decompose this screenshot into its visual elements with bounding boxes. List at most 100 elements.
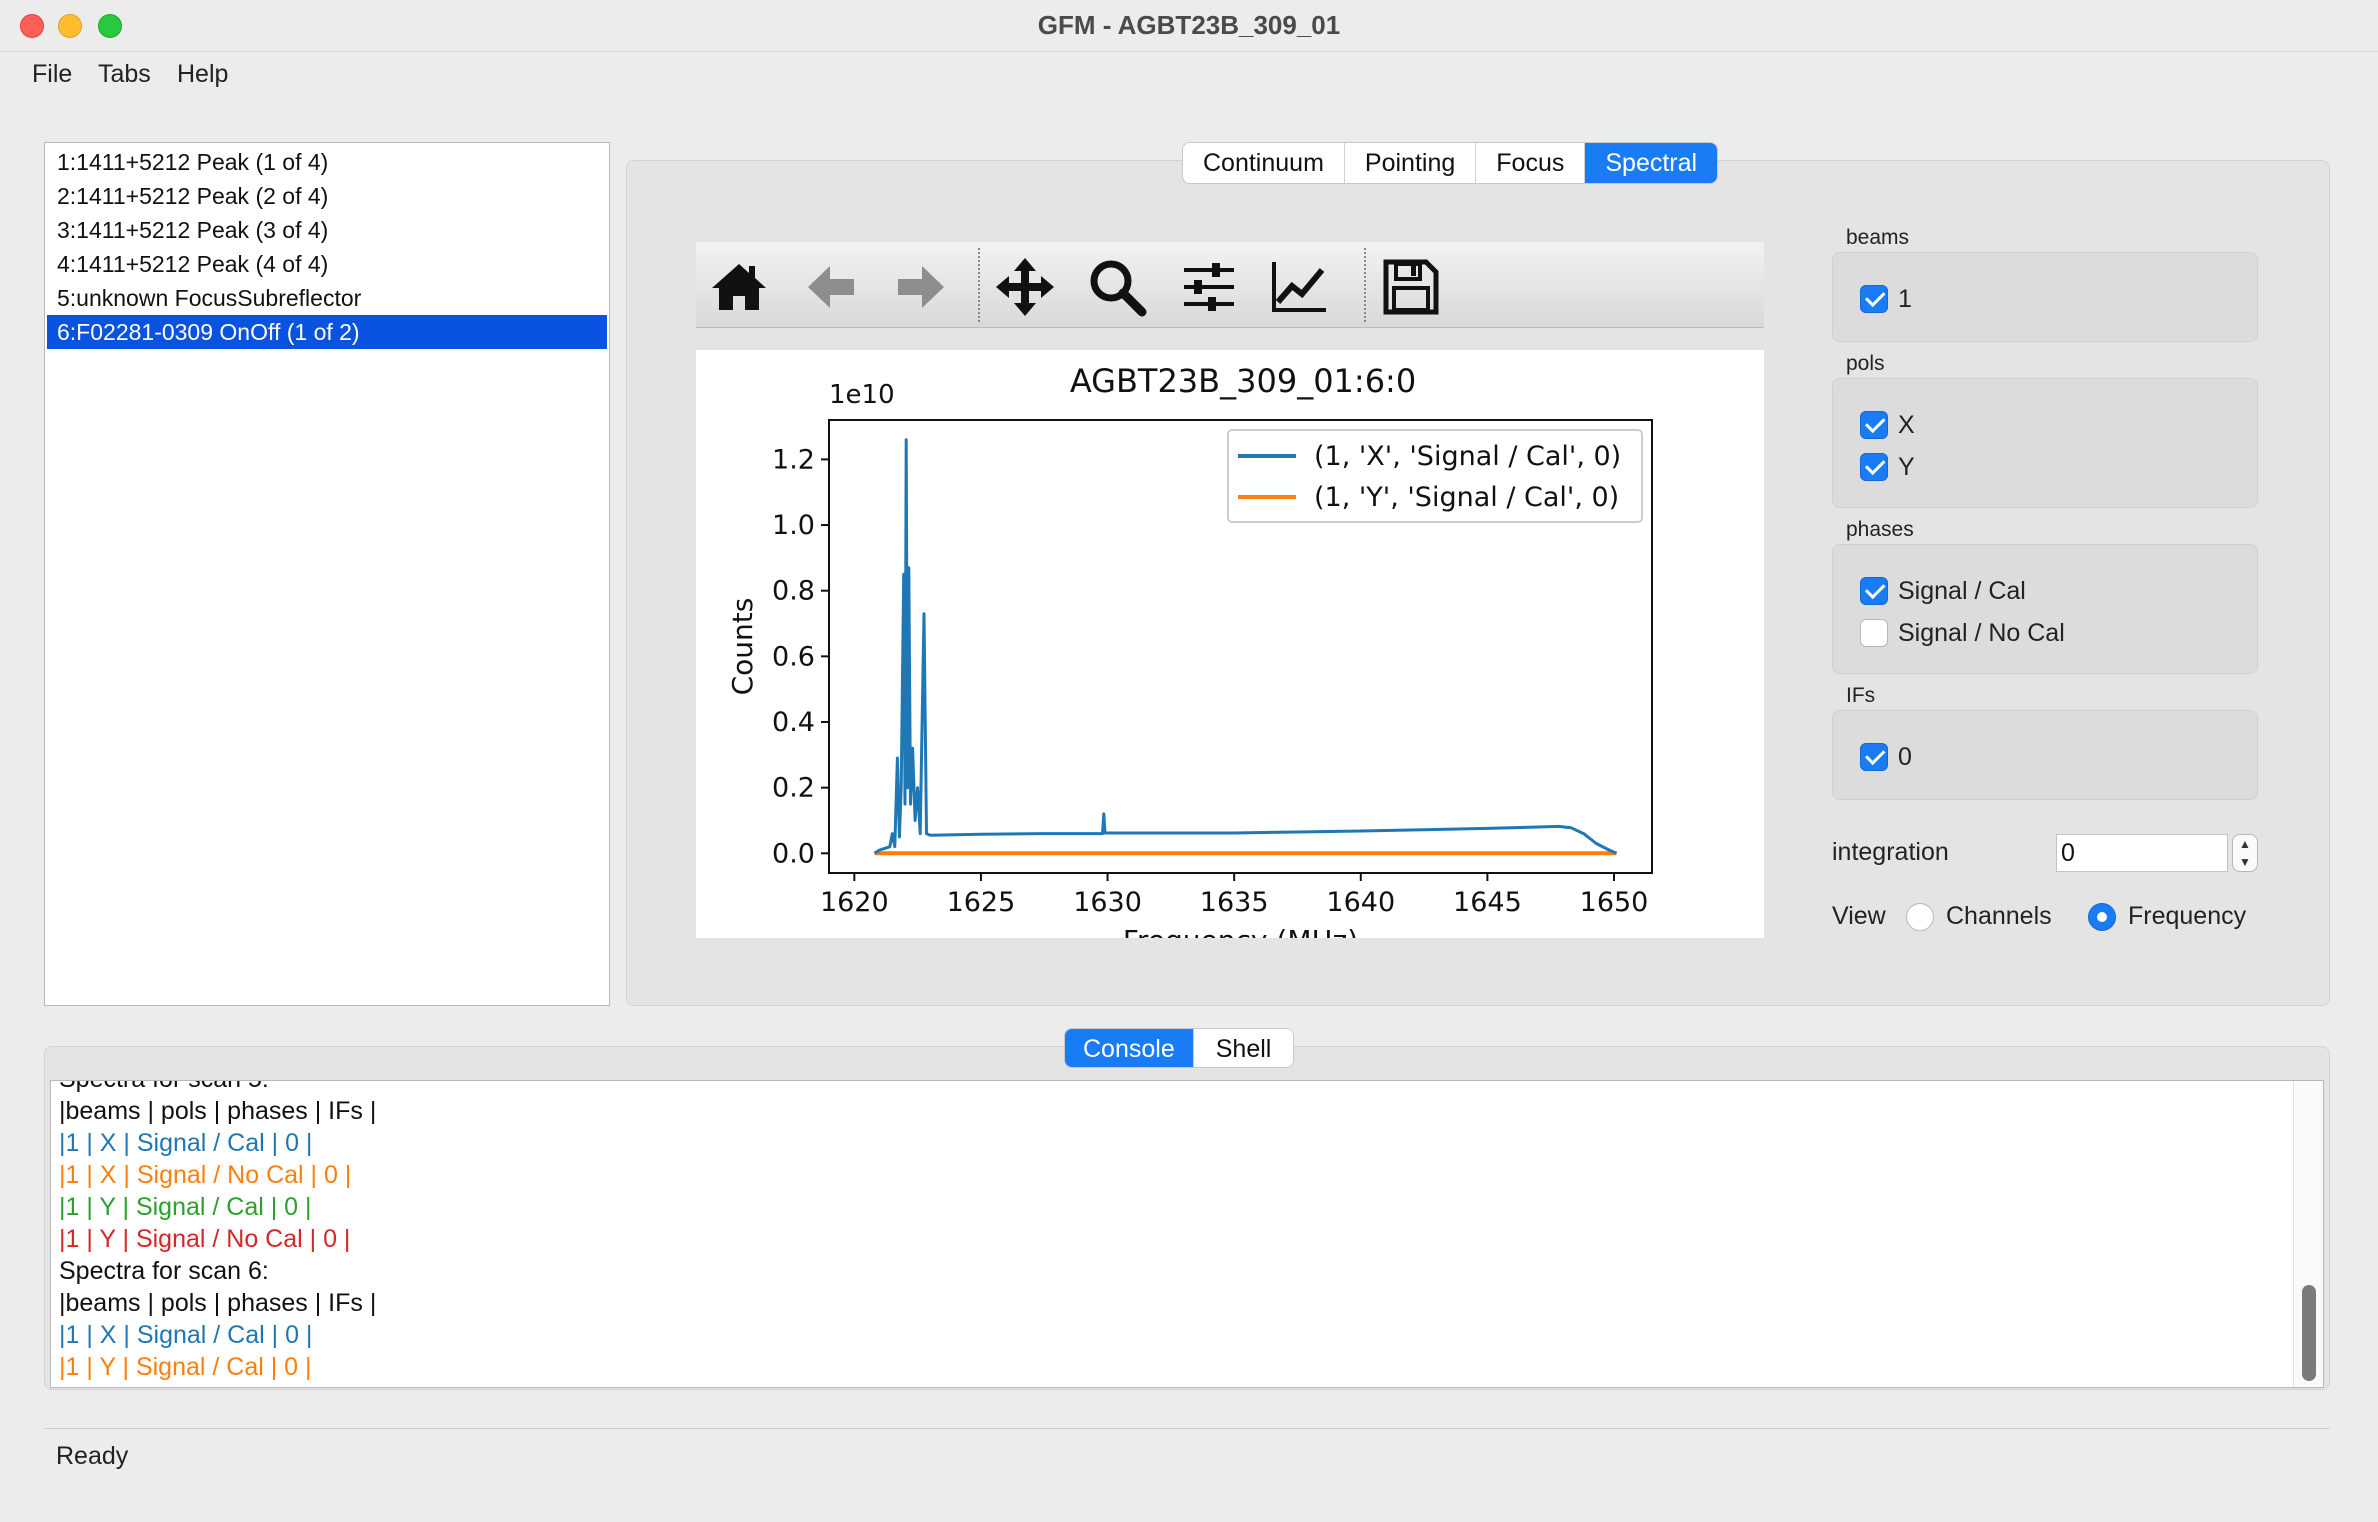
pols-group-label: pols <box>1846 352 1885 375</box>
scan-list-item[interactable]: 3:1411+5212 Peak (3 of 4) <box>47 213 607 247</box>
title-bar: GFM - AGBT23B_309_01 <box>0 0 2378 52</box>
console-line: |1 | X | Signal / Cal | 0 | <box>59 1321 313 1349</box>
phases-group <box>1832 544 2258 674</box>
legend-label: (1, 'Y', 'Signal / Cal', 0) <box>1314 482 1619 513</box>
x-tick-label: 1645 <box>1453 887 1522 918</box>
checkbox-label: Y <box>1898 452 1915 481</box>
toolbar-separator <box>1364 248 1366 322</box>
pol-x-checkbox[interactable]: X <box>1860 410 1915 440</box>
x-tick-label: 1620 <box>820 887 889 918</box>
tab-pointing[interactable]: Pointing <box>1344 143 1477 183</box>
scan-list-item[interactable]: 2:1411+5212 Peak (2 of 4) <box>47 179 607 213</box>
menu-tabs[interactable]: Tabs <box>98 60 151 89</box>
chart-title: AGBT23B_309_01:6:0 <box>1070 362 1416 400</box>
scrollbar-thumb[interactable] <box>2302 1285 2316 1381</box>
beams-group-label: beams <box>1846 226 1910 249</box>
y-tick-label: 0.0 <box>772 838 815 869</box>
console-line: |1 | Y | Signal / No Cal | 0 | <box>59 1225 351 1253</box>
tab-console[interactable]: Console <box>1065 1029 1194 1067</box>
y-tick-label: 0.2 <box>772 773 815 804</box>
console-tab-bar: Console Shell <box>1064 1028 1295 1068</box>
home-icon[interactable] <box>708 256 770 318</box>
checkbox-checked-icon[interactable] <box>1860 577 1888 605</box>
y-tick-label: 0.4 <box>772 707 815 738</box>
x-tick-label: 1650 <box>1580 887 1649 918</box>
console-line: |beams | pols | phases | IFs | <box>59 1097 377 1125</box>
y-tick-label: 1.2 <box>772 444 815 475</box>
tab-shell[interactable]: Shell <box>1193 1029 1294 1067</box>
ifs-group-label: IFs <box>1846 684 1876 707</box>
menu-file[interactable]: File <box>32 60 72 89</box>
chevron-down-icon[interactable]: ▼ <box>2237 854 2253 870</box>
radio-label: Frequency <box>2128 902 2247 930</box>
radio-unselected-icon[interactable] <box>1906 902 1934 931</box>
console-output[interactable]: Spectra for scan 5: |beams | pols | phase… <box>50 1080 2324 1388</box>
y-tick-label: 0.6 <box>772 641 815 672</box>
spectrum-plot[interactable]: AGBT23B_309_01:6:0 1e10 Counts Frequency… <box>696 350 1764 938</box>
checkbox-label: X <box>1898 410 1915 439</box>
plot-toolbar <box>696 242 1764 328</box>
menu-bar: File Tabs Help <box>0 56 2378 96</box>
view-frequency-radio[interactable]: Frequency <box>2088 902 2246 931</box>
integration-input[interactable] <box>2056 834 2228 872</box>
checkbox-checked-icon[interactable] <box>1860 285 1888 313</box>
menu-help[interactable]: Help <box>177 60 228 89</box>
x-tick-label: 1635 <box>1200 887 1269 918</box>
console-line: Spectra for scan 5: <box>59 1081 269 1095</box>
scan-list-item[interactable]: 5:unknown FocusSubreflector <box>47 281 607 315</box>
checkbox-label: 0 <box>1898 742 1912 771</box>
scan-list[interactable]: 1:1411+5212 Peak (1 of 4) 2:1411+5212 Pe… <box>44 142 610 1006</box>
zoom-icon[interactable] <box>1086 256 1148 318</box>
edit-axis-icon[interactable] <box>1268 256 1330 318</box>
view-label: View <box>1832 902 1886 930</box>
checkbox-checked-icon[interactable] <box>1860 743 1888 771</box>
phases-group-label: phases <box>1846 518 1914 541</box>
phase-signal-cal-checkbox[interactable]: Signal / Cal <box>1860 576 2026 606</box>
checkbox-label: 1 <box>1898 284 1912 313</box>
integration-stepper[interactable]: ▲ ▼ <box>2232 834 2258 872</box>
pol-y-checkbox[interactable]: Y <box>1860 452 1915 482</box>
console-line: |1 | Y | Signal / Cal | 0 | <box>59 1193 312 1221</box>
console-line: Spectra for scan 6: <box>59 1257 269 1285</box>
if-0-checkbox[interactable]: 0 <box>1860 742 1912 772</box>
plot-legend: (1, 'X', 'Signal / Cal', 0) (1, 'Y', 'Sig… <box>1227 429 1643 523</box>
checkbox-label: Signal / No Cal <box>1898 618 2065 647</box>
scan-list-item[interactable]: 1:1411+5212 Peak (1 of 4) <box>47 145 607 179</box>
checkbox-checked-icon[interactable] <box>1860 411 1888 439</box>
save-icon[interactable] <box>1380 256 1442 318</box>
status-bar-text: Ready <box>56 1442 129 1470</box>
chevron-up-icon[interactable]: ▲ <box>2237 836 2253 852</box>
console-line: |beams | pols | phases | IFs | <box>59 1289 377 1317</box>
checkbox-label: Signal / Cal <box>1898 576 2026 605</box>
x-tick-label: 1640 <box>1326 887 1395 918</box>
checkbox-unchecked-icon[interactable] <box>1860 619 1888 647</box>
forward-icon[interactable] <box>890 256 952 318</box>
view-channels-radio[interactable]: Channels <box>1906 902 2052 931</box>
window-title: GFM - AGBT23B_309_01 <box>1037 10 1341 40</box>
pols-group <box>1832 378 2258 508</box>
console-scrollbar[interactable] <box>2293 1081 2323 1387</box>
tab-focus[interactable]: Focus <box>1476 143 1586 183</box>
x-axis-label: Frequency (MHz) <box>1123 924 1358 938</box>
radio-selected-icon[interactable] <box>2088 902 2116 931</box>
y-tick-label: 1.0 <box>772 510 815 541</box>
integration-label: integration <box>1832 838 1949 866</box>
subplots-icon[interactable] <box>1178 256 1240 318</box>
tab-spectral[interactable]: Spectral <box>1585 143 1718 183</box>
plot-svg: AGBT23B_309_01:6:0 1e10 Counts Frequency… <box>726 362 1653 938</box>
tab-continuum[interactable]: Continuum <box>1183 143 1345 183</box>
x-tick-label: 1625 <box>947 887 1016 918</box>
pan-icon[interactable] <box>994 256 1056 318</box>
back-icon[interactable] <box>800 256 862 318</box>
app-window: GFM - AGBT23B_309_01 File Tabs Help 1:14… <box>0 0 2378 1522</box>
status-divider <box>44 1428 2330 1429</box>
scan-list-item[interactable]: 4:1411+5212 Peak (4 of 4) <box>47 247 607 281</box>
console-line: |1 | X | Signal / No Cal | 0 | <box>59 1161 352 1189</box>
checkbox-checked-icon[interactable] <box>1860 453 1888 481</box>
y-tick-label: 0.8 <box>772 576 815 607</box>
phase-signal-nocal-checkbox[interactable]: Signal / No Cal <box>1860 618 2065 648</box>
beam-1-checkbox[interactable]: 1 <box>1860 284 1912 314</box>
x-tick-label: 1630 <box>1073 887 1142 918</box>
console-line: |1 | X | Signal / Cal | 0 | <box>59 1129 313 1157</box>
scan-list-item-selected[interactable]: 6:F02281-0309 OnOff (1 of 2) <box>47 315 607 349</box>
